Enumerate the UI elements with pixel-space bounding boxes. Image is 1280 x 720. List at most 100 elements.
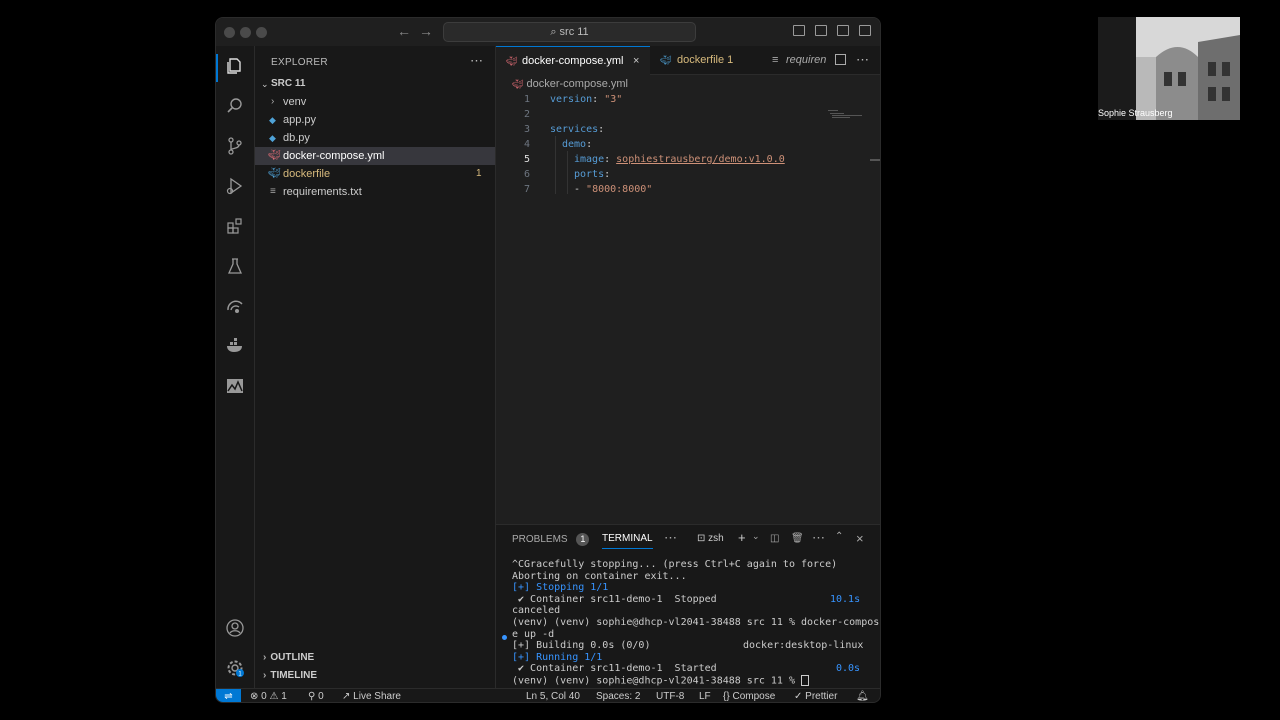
code-line: image: sophiestrausberg/demo:v1.0.0 [574, 154, 785, 165]
tree-item-docker-compose[interactable]: 🐳︎ docker-compose.yml [255, 147, 495, 165]
error-count: 0 [261, 691, 267, 702]
terminal-line: (venv) (venv) sophie@dhcp-vl2041-38488 s… [512, 616, 880, 628]
tab-terminal-label: TERMINAL [602, 533, 653, 544]
tree-item-dockerfile[interactable]: 🐳︎ dockerfile 1 [255, 165, 495, 183]
remote-indicator-icon[interactable]: ⇌ [216, 689, 241, 702]
ports-icon: ⚲ [308, 691, 316, 702]
timeline-label: TIMELINE [270, 670, 318, 681]
tab-requirements[interactable]: ≡ requiren [766, 46, 836, 74]
minimap[interactable] [828, 110, 862, 118]
tab-problems[interactable]: PROBLEMS 1 [512, 533, 590, 546]
explorer-more-actions-icon[interactable]: ⋯ [470, 53, 483, 69]
explorer-icon[interactable] [223, 54, 247, 78]
code-line: demo: [562, 139, 593, 150]
split-terminal-icon[interactable]: ◫ [770, 533, 779, 544]
encoding[interactable]: UTF-8 [656, 689, 684, 702]
chevron-down-icon: ⌄ [261, 79, 269, 89]
breadcrumb[interactable]: 🐳︎ docker-compose.yml [512, 78, 628, 90]
accounts-icon[interactable] [223, 616, 247, 640]
problem-count-badge: 1 [476, 168, 482, 179]
problems-count-badge: 1 [576, 533, 590, 546]
outline-label: OUTLINE [270, 652, 315, 663]
text-file-icon: ≡ [772, 54, 779, 66]
error-icon: ⊗ [250, 691, 259, 702]
run-and-debug-icon[interactable] [223, 174, 247, 198]
timeline-section[interactable]: › TIMELINE [263, 670, 317, 681]
start-time: 0.0s [836, 663, 861, 675]
command-decoration-icon [502, 635, 507, 640]
toggle-primary-sidebar-icon[interactable] [793, 25, 805, 36]
terminal-line: ✔ Container src11-demo-1 Started 0.0s [512, 663, 879, 675]
close-window-button[interactable] [224, 27, 235, 38]
problems-status[interactable]: ⊗ 0 ⚠ 1 [250, 689, 287, 702]
warning-count: 1 [281, 691, 287, 702]
split-editor-icon[interactable] [835, 54, 846, 65]
panel-more-icon[interactable]: ⋯ [664, 530, 677, 546]
new-terminal-icon[interactable]: + [738, 530, 746, 545]
terminal-line: ^CGracefully stopping... (press Ctrl+C a… [512, 559, 838, 570]
toggle-panel-icon[interactable] [815, 25, 827, 36]
trash-icon[interactable]: 🗑︎ [791, 533, 804, 544]
warning-icon: ⚠ [269, 691, 279, 702]
line-number: 4 [523, 139, 530, 150]
search-text: src 11 [559, 26, 589, 38]
monitor-chart-icon[interactable] [223, 374, 247, 398]
terminal-line: [+] Running 1/1 [512, 651, 603, 663]
editor-more-actions-icon[interactable]: ⋯ [856, 52, 869, 68]
terminal-output[interactable]: ^CGracefully stopping... (press Ctrl+C a… [512, 559, 879, 687]
toggle-secondary-sidebar-icon[interactable] [837, 25, 849, 36]
testing-flask-icon[interactable] [223, 254, 247, 278]
braces-icon: {} [723, 691, 730, 702]
chevron-right-icon: › [263, 670, 267, 681]
code-line: - "8000:8000" [574, 184, 653, 195]
prettier-status[interactable]: ✓ Prettier [794, 689, 837, 702]
folder-root[interactable]: ⌄ SRC 11 [255, 75, 495, 93]
source-control-icon[interactable] [223, 134, 247, 158]
terminal-line: (venv) (venv) sophie@dhcp-vl2041-38488 s… [512, 674, 879, 687]
active-view-indicator [216, 54, 218, 82]
compose-file-icon: 🐳︎ [512, 79, 524, 89]
language-mode[interactable]: {} Compose [723, 689, 775, 702]
extensions-icon[interactable] [223, 214, 247, 238]
tree-item-label: dockerfile [283, 168, 331, 180]
tree-item-label: venv [283, 96, 307, 108]
editor-area: 🐳︎ docker-compose.yml × 🐳︎ dockerfile 1 … [496, 46, 880, 524]
tab-problems-label: PROBLEMS [512, 534, 568, 545]
ports-count: 0 [318, 691, 324, 702]
live-share-button[interactable]: ↗ Live Share [342, 689, 401, 702]
outline-section[interactable]: › OUTLINE [263, 652, 314, 663]
ports-status[interactable]: ⚲ 0 [308, 689, 324, 702]
remote-explorer-icon[interactable] [223, 294, 247, 318]
tree-item-db-py[interactable]: ◆ db.py [255, 129, 495, 147]
cursor-position[interactable]: Ln 5, Col 40 [526, 689, 580, 702]
tree-item-requirements[interactable]: ≡ requirements.txt [255, 183, 495, 201]
terminal-line: canceled [512, 605, 561, 617]
tree-item-app-py[interactable]: ◆ app.py [255, 111, 495, 129]
search-view-icon[interactable] [223, 94, 247, 118]
zoom-window-button[interactable] [256, 27, 267, 38]
minimize-window-button[interactable] [240, 27, 251, 38]
terminal-more-icon[interactable]: ⋯ [812, 530, 825, 546]
terminal-shell-selector[interactable]: ⊡ zsh [697, 533, 724, 544]
notifications-bell-icon[interactable]: 🔔︎ [856, 689, 869, 702]
maximize-panel-icon[interactable]: ⌃ [835, 531, 843, 542]
terminal-cursor [800, 674, 809, 686]
tab-dockerfile[interactable]: 🐳︎ dockerfile 1 [652, 46, 752, 74]
code-line: services: [550, 124, 605, 135]
forward-arrow-icon[interactable]: → [419, 23, 433, 39]
docker-icon[interactable] [223, 334, 247, 358]
command-center-search[interactable]: ⌕ src 11 [443, 22, 696, 42]
close-tab-icon[interactable]: × [633, 47, 639, 75]
close-panel-icon[interactable]: × [856, 531, 864, 546]
tree-item-venv[interactable]: › venv [255, 93, 495, 111]
docker-file-icon: 🐳︎ [660, 55, 672, 65]
chevron-down-icon[interactable]: ⌄ [752, 531, 760, 542]
tab-docker-compose[interactable]: 🐳︎ docker-compose.yml × [496, 46, 650, 75]
customize-layout-icon[interactable] [859, 25, 871, 36]
explorer-sidebar: EXPLORER ⋯ ⌄ SRC 11 › venv ◆ app.py ◆ db… [255, 46, 496, 688]
tab-terminal[interactable]: TERMINAL [602, 533, 653, 549]
back-arrow-icon[interactable]: ← [397, 23, 411, 39]
indentation[interactable]: Spaces: 2 [596, 689, 640, 702]
manage-gear-icon[interactable]: 1 [223, 656, 247, 680]
end-of-line[interactable]: LF [699, 689, 711, 702]
